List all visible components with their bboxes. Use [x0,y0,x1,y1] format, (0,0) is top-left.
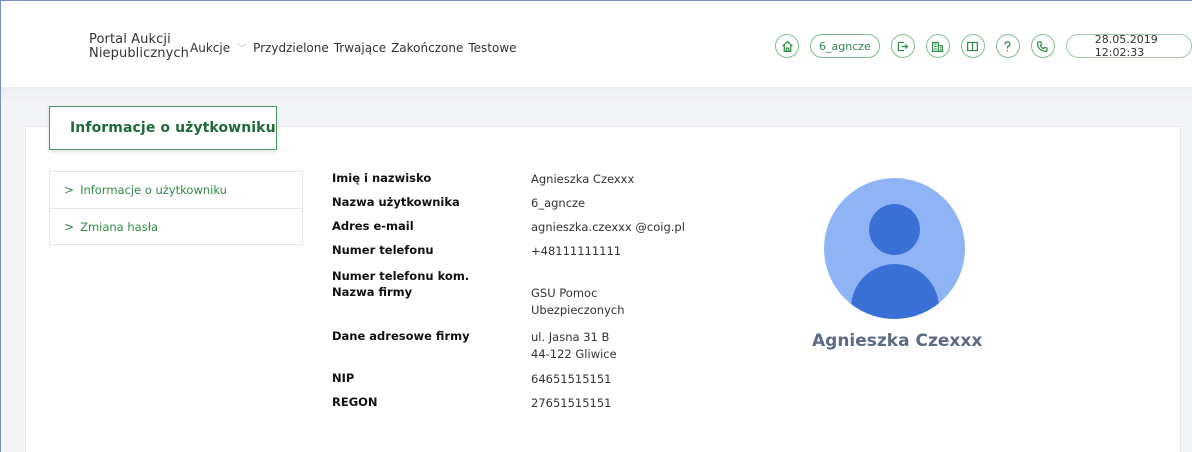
detail-value: Ubezpieczonych [531,303,625,317]
nav-item-trwajace[interactable]: Trwające [334,41,386,55]
username-pill[interactable]: 6_agncze [810,34,880,58]
logout-icon [898,41,909,51]
detail-value: 44-122 Gliwice [531,347,617,361]
detail-value: ul. Jasna 31 B [531,330,610,344]
brand-line-2: Niepublicznych [89,46,189,61]
detail-label: NIP [332,371,355,385]
avatar [824,178,965,319]
home-button[interactable] [775,34,799,58]
avatar-head-icon [869,204,920,255]
buildings-icon [932,41,944,52]
sidebar-menu: > Informacje o użytkowniku > Zmiana hasł… [49,171,303,245]
detail-label: Numer telefonu kom. [332,269,470,283]
detail-label: Numer telefonu [332,243,434,257]
book-icon [967,41,979,51]
help-button[interactable] [995,34,1020,58]
contact-button[interactable] [1030,34,1055,58]
main-nav: Aukcje ﹀ Przydzielone Trwające Zakończon… [190,40,522,56]
detail-value: 6_agncze [531,196,586,210]
brand-line-1: Portal Aukcji [89,32,171,47]
detail-value: Agnieszka Czexxx [531,172,635,186]
profile-display-name: Agnieszka Czexxx [812,331,983,351]
detail-value: +48111111111 [531,244,622,258]
sidebar-item-user-info[interactable]: > Informacje o użytkowniku [50,172,302,208]
nav-item-aukcje[interactable]: Aukcje [190,41,230,55]
detail-value: GSU Pomoc [531,286,598,300]
sidebar-item-label: Informacje o użytkowniku [80,183,227,197]
detail-label: Nazwa użytkownika [332,195,460,209]
detail-value: agnieszka.czexxx @coig.pl [531,220,685,234]
phone-icon [1037,40,1048,52]
nav-item-testowe[interactable]: Testowe [468,41,516,55]
nav-item-przydzielone[interactable]: Przydzielone [253,41,329,55]
page-title: Informacje o użytkowniku [49,106,277,150]
detail-label: Nazwa firmy [332,285,413,299]
detail-label: Adres e-mail [332,219,414,233]
companies-button[interactable] [925,34,950,58]
detail-label: Dane adresowe firmy [332,329,470,343]
brand-logo[interactable]: Portal Aukcji Niepublicznych [89,33,189,61]
nav-item-zakonczone[interactable]: Zakończone [391,41,463,55]
header-shadow [1,87,1192,105]
sidebar-item-label: Zmiana hasła [80,219,159,234]
top-bar: Portal Aukcji Niepublicznych Aukcje ﹀ Pr… [1,1,1192,87]
sidebar-item-change-password[interactable]: > Zmiana hasła [50,208,302,244]
detail-label: Imię i nazwisko [332,171,432,185]
datetime-display: 28.05.2019 12:02:33 [1065,33,1192,59]
chevron-down-icon[interactable]: ﹀ [237,40,247,55]
manual-button[interactable] [960,34,985,58]
header-tools: 6_agncze 28.05.2019 12:02:33 [775,33,1192,59]
avatar-body-icon [851,264,939,319]
chevron-right-icon: > [64,219,75,234]
detail-value: 27651515151 [531,396,612,410]
logout-button[interactable] [890,34,915,58]
detail-value: 64651515151 [531,372,612,386]
home-icon [781,40,793,52]
help-icon [1004,40,1011,51]
detail-label: REGON [332,395,378,409]
chevron-right-icon: > [64,183,75,197]
